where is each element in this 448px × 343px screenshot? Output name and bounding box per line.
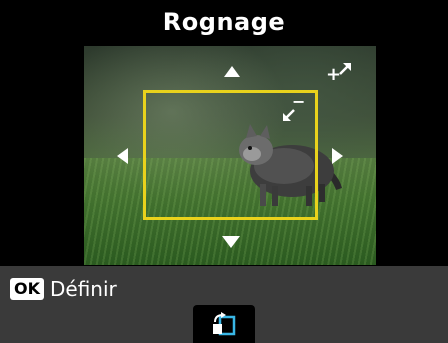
arrow-right-icon[interactable]: [332, 148, 343, 164]
shrink-icon[interactable]: −: [280, 96, 310, 126]
screen-title: Rognage: [162, 8, 286, 36]
shrink-symbol: −: [292, 96, 305, 111]
expand-icon[interactable]: +: [326, 60, 354, 86]
rotate-icon: [213, 312, 236, 336]
rotate-button[interactable]: [193, 305, 255, 343]
arrow-left-icon[interactable]: [117, 148, 128, 164]
ok-label: Définir: [50, 277, 117, 301]
expand-symbol: +: [326, 64, 341, 85]
arrow-up-icon[interactable]: [224, 66, 240, 77]
arrow-down-icon[interactable]: [222, 236, 240, 248]
ok-define-hint[interactable]: OK Définir: [10, 276, 117, 302]
ok-button-icon: OK: [10, 278, 44, 300]
